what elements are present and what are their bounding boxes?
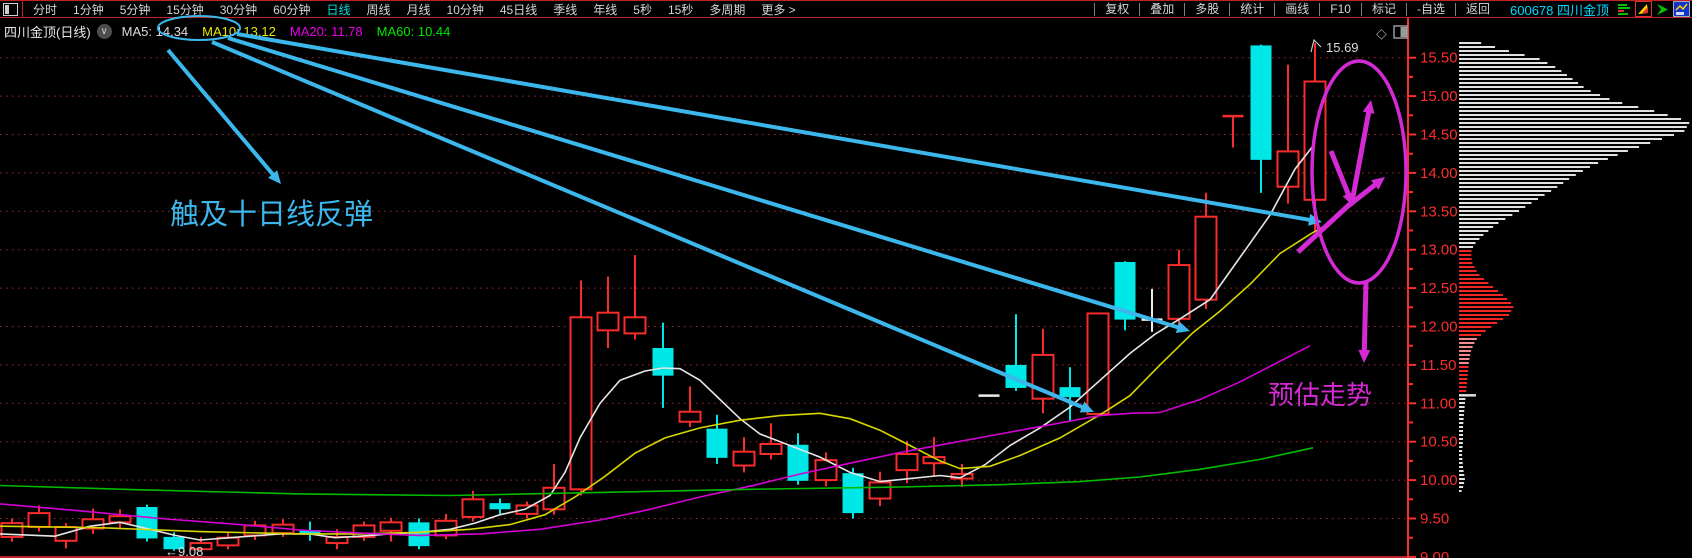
period-item-1[interactable]: 1分钟: [65, 1, 112, 18]
forecast-circle: [1310, 59, 1408, 285]
period-item-14[interactable]: 15秒: [660, 1, 701, 18]
chevron-down-icon[interactable]: ∨: [96, 23, 112, 39]
toolbar-buttons: 复权 叠加 多股 统计 画线 F10 标记 -自选 返回: [1094, 1, 1500, 17]
menubar-divider: [22, 1, 23, 17]
candles: [0, 43, 1327, 551]
chart-window-icon[interactable]: [1673, 1, 1690, 17]
next-arrow-icon[interactable]: [1655, 2, 1670, 17]
chart-corner-icons: ◇: [1376, 25, 1408, 41]
period-item-8[interactable]: 月线: [399, 1, 439, 18]
toolbar-button-8[interactable]: 返回: [1454, 2, 1500, 16]
period-item-4[interactable]: 30分钟: [212, 1, 265, 18]
axis-label: 11.50: [1420, 357, 1456, 374]
period-item-12[interactable]: 年线: [585, 1, 625, 18]
ma-label-3: MA60: 10.44: [376, 23, 451, 39]
toolbar-button-6[interactable]: 标记: [1360, 2, 1406, 16]
toolbar-button-1[interactable]: 叠加: [1139, 2, 1184, 16]
period-item-15[interactable]: 多周期: [701, 1, 753, 18]
axis-label: 15.00: [1420, 88, 1458, 105]
ma-line-ma60: [0, 447, 1314, 497]
axis-label: 14.00: [1420, 165, 1458, 182]
period-item-7[interactable]: 周线: [358, 1, 398, 18]
period-item-6[interactable]: 日线: [318, 1, 358, 18]
toolbar-button-4[interactable]: 画线: [1274, 2, 1319, 16]
indicator-row: 四川金顶(日线) ∨ MA5: 14.34 MA10: 13.12 MA20: 11…: [0, 19, 464, 43]
ma-line-ma10: [0, 222, 1331, 535]
axis-label: 15.50: [1420, 50, 1458, 67]
ma-label-1: MA10: 13.12: [202, 23, 276, 39]
ma-line-ma20: [0, 344, 1311, 537]
cost-marker: [1459, 394, 1476, 397]
volume-profile: [1459, 42, 1690, 492]
period-item-9[interactable]: 10分钟: [439, 1, 492, 18]
stock-code-label[interactable]: 600678 四川金顶: [1500, 0, 1617, 19]
grid-lines: [0, 57, 1406, 558]
period-item-0[interactable]: 分时: [25, 1, 65, 18]
price-axis: 15.50 15.00 14.50 14.00 13.50 13.00 12.50 12.00…: [0, 18, 1458, 558]
axis-label: 9.50: [1420, 511, 1449, 528]
price-chart-canvas[interactable]: 15.50 15.00 14.50 14.00 13.50 13.00 12.50 12.00…: [0, 0, 1692, 558]
axis-label: 14.50: [1420, 127, 1458, 144]
period-item-13[interactable]: 5秒: [625, 1, 660, 18]
axis-label: 13.00: [1420, 242, 1458, 259]
axis-label: 12.00: [1420, 319, 1458, 336]
toolbar-button-2[interactable]: 多股: [1184, 2, 1229, 16]
annotations: 触及十日线反弹预估走势 15.69 ←9.08: [157, 15, 1408, 558]
axis-label: 11.00: [1420, 395, 1456, 412]
axis-label: 9.00: [1420, 549, 1449, 558]
period-item-16[interactable]: 更多 >: [753, 1, 803, 18]
axis-label: 12.50: [1420, 280, 1458, 297]
app-window: 分时 1分钟 5分钟 15分钟 30分钟 60分钟 日线 周线 月线 10分钟 45日线 季线 年线 5秒…: [0, 0, 1692, 558]
axis-label: 13.50: [1420, 203, 1458, 220]
flag-marker-icon[interactable]: [1635, 1, 1652, 17]
toolbar-button-3[interactable]: 统计: [1229, 2, 1274, 16]
ma-lines: [0, 145, 1331, 541]
chart-title: 四川金顶(日线): [4, 24, 91, 40]
split-view-icon: [1393, 25, 1408, 39]
period-item-5[interactable]: 60分钟: [265, 1, 318, 18]
panel-toggle-icon[interactable]: [3, 2, 18, 16]
toolbar-right: 复权 叠加 多股 统计 画线 F10 标记 -自选 返回 600678 四川金顶: [1094, 0, 1692, 19]
toolbar-icon-group: [1617, 1, 1692, 17]
period-item-10[interactable]: 45日线: [492, 1, 545, 18]
low-price-label: ←9.08: [165, 544, 203, 558]
toolbar-button-7[interactable]: -自选: [1405, 2, 1455, 16]
forecast-note: 预估走势: [1268, 380, 1372, 410]
ma-line-ma5: [0, 145, 1314, 541]
toolbar-button-0[interactable]: 复权: [1094, 2, 1139, 16]
period-item-2[interactable]: 5分钟: [112, 1, 159, 18]
rank-bars-icon[interactable]: [1617, 2, 1632, 17]
axis-label: 10.00: [1420, 472, 1458, 489]
ma-value-labels: MA5: 14.34 MA10: 13.12 MA20: 11.78 MA60: 10…: [122, 24, 465, 39]
toolbar-button-5[interactable]: F10: [1319, 2, 1361, 16]
top-menubar: 分时 1分钟 5分钟 15分钟 30分钟 60分钟 日线 周线 月线 10分钟 45日线 季线 年线 5秒…: [0, 0, 1692, 18]
period-item-11[interactable]: 季线: [545, 1, 585, 18]
axis-label: 10.50: [1420, 434, 1458, 451]
ma-label-2: MA20: 11.78: [289, 23, 363, 39]
period-menu: 分时 1分钟 5分钟 15分钟 30分钟 60分钟 日线 周线 月线 10分钟 45日线 季线 年线 5秒…: [25, 1, 804, 18]
ma-label-0: MA5: 14.34: [121, 23, 189, 39]
touch-ma10-note: 触及十日线反弹: [170, 198, 373, 231]
period-item-3[interactable]: 15分钟: [158, 1, 211, 18]
diamond-icon: ◇: [1376, 25, 1387, 41]
high-price-label: 15.69: [1326, 40, 1359, 55]
